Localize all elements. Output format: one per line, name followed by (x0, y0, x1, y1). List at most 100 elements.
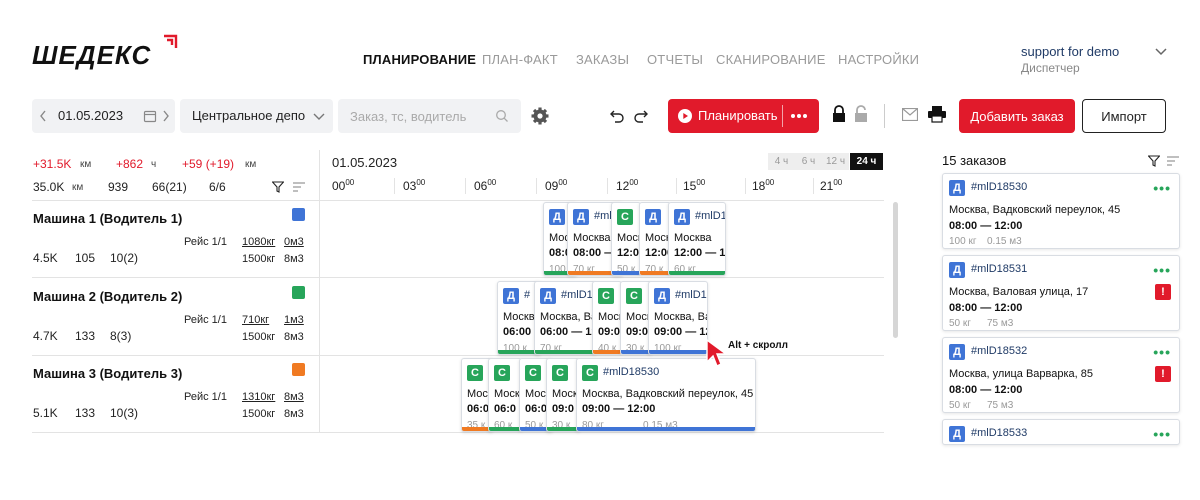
timeline-order-card[interactable]: Д #mlD1 Москва, Ва 06:00 — 12 70 кг (534, 281, 596, 355)
order-type-badge: Д (573, 209, 589, 225)
zoom-6h[interactable]: 6 ч (795, 153, 822, 170)
chevron-left-icon[interactable] (38, 109, 48, 123)
divider (884, 104, 885, 128)
play-icon (678, 109, 692, 123)
timeline-order-card[interactable]: Д #mlD1 Москва 12:00 — 15 60 кг (668, 202, 726, 276)
filter-icon[interactable] (272, 181, 284, 193)
vehicle-distance: 4.5K (33, 251, 58, 265)
vehicle-color-swatch[interactable] (292, 208, 305, 221)
user-role: Диспетчер (1021, 61, 1080, 75)
card-time: 06:0 (525, 403, 548, 415)
card-address: Моск (617, 232, 641, 244)
timeline-order-card[interactable]: С #mlD18530 Москва, Вадковский переулок,… (576, 358, 756, 432)
order-card[interactable]: Д #mlD18531 ••• ! Москва, Валовая улица,… (942, 255, 1180, 331)
order-type-badge: С (525, 365, 541, 381)
vehicle-orders: 10(3) (110, 406, 139, 420)
timeline-order-card[interactable]: С Моск 06:0 60 к (488, 358, 522, 432)
search-input[interactable]: Заказ, тс, водитель (338, 99, 521, 133)
search-icon[interactable] (495, 109, 509, 123)
import-button[interactable]: Импорт (1082, 99, 1166, 133)
plan-button[interactable]: Планировать (668, 99, 819, 133)
warning-icon[interactable]: ! (1155, 284, 1171, 300)
sort-icon[interactable] (1167, 155, 1179, 167)
print-icon[interactable] (928, 106, 946, 123)
delta-distance: +31.5K (33, 157, 72, 171)
total-hours: 939 (108, 180, 129, 194)
warning-icon[interactable]: ! (1155, 366, 1171, 382)
chevron-right-icon[interactable] (161, 109, 171, 123)
card-time: 09:0 (598, 326, 621, 338)
timeline-order-card[interactable]: С Моск 09:0 30 к (546, 358, 580, 432)
gear-icon[interactable] (530, 106, 550, 126)
vehicle-distance: 4.7K (33, 329, 58, 343)
more-icon[interactable]: ••• (1153, 344, 1171, 360)
card-address: Москва (573, 232, 611, 244)
card-order-id: # (524, 289, 531, 301)
order-card[interactable]: Д #mlD18533 ••• (942, 419, 1180, 445)
more-icon[interactable]: ••• (1153, 262, 1171, 278)
zoom-4h[interactable]: 4 ч (768, 153, 795, 170)
user-name[interactable]: support for demo (1021, 44, 1119, 59)
vehicle-name[interactable]: Машина 3 (Водитель 3) (33, 366, 182, 381)
more-icon[interactable]: ••• (1153, 180, 1171, 196)
vehicle-name[interactable]: Машина 2 (Водитель 2) (33, 289, 182, 304)
date-picker[interactable]: 01.05.2023 (32, 99, 175, 133)
order-type-badge: С (582, 365, 598, 381)
order-type-badge: Д (949, 344, 965, 360)
timeline-scrollbar[interactable] (893, 202, 898, 338)
order-time: 08:00 — 12:00 (949, 384, 1023, 396)
add-order-button[interactable]: Добавить заказ (959, 99, 1075, 133)
order-type-badge: Д (540, 288, 556, 304)
order-type-badge: С (494, 365, 510, 381)
nav-reports[interactable]: ОТЧЕТЫ (647, 52, 703, 67)
card-address: Москва (674, 232, 712, 244)
vehicle-color-swatch[interactable] (292, 286, 305, 299)
vehicle-color-swatch[interactable] (292, 363, 305, 376)
order-card[interactable]: Д #mlD18530 ••• Москва, Вадковский переу… (942, 173, 1180, 249)
sort-icon[interactable] (293, 181, 305, 193)
nav-plan-fact[interactable]: ПЛАН-ФАКТ (482, 52, 558, 67)
card-order-id: #mlD18530 (603, 366, 660, 378)
mail-icon[interactable] (902, 108, 918, 121)
timeline-order-card[interactable]: С Моск 09:0 40 к (592, 281, 622, 355)
undo-icon[interactable] (609, 108, 625, 124)
order-type-badge: С (467, 365, 483, 381)
chevron-down-icon[interactable] (1154, 45, 1168, 59)
volume-capacity-value: 8м3 (284, 331, 304, 343)
vehicle-orders: 8(3) (110, 329, 132, 343)
tick-18: 1800 (752, 178, 775, 193)
nav-settings[interactable]: НАСТРОЙКИ (838, 52, 919, 67)
card-order-id: #mlD1 (675, 289, 707, 301)
more-icon[interactable] (790, 113, 808, 119)
calendar-icon[interactable] (143, 109, 157, 123)
card-address: Моск (494, 388, 520, 400)
zoom-12h[interactable]: 12 ч (822, 153, 849, 170)
tick-06: 0600 (474, 178, 497, 193)
card-status-bar (649, 350, 707, 354)
more-icon[interactable]: ••• (1153, 426, 1171, 442)
trip-label: Рейс 1/1 (184, 391, 227, 403)
zoom-24h[interactable]: 24 ч (850, 153, 883, 170)
card-time: 09:0 (552, 403, 575, 415)
depot-select[interactable]: Центральное депо (180, 99, 333, 133)
card-status-bar (489, 427, 521, 431)
tick-00: 0000 (332, 178, 355, 193)
vehicle-name[interactable]: Машина 1 (Водитель 1) (33, 211, 182, 226)
filter-icon[interactable] (1148, 155, 1160, 167)
card-status-bar (612, 271, 640, 275)
row-divider (32, 200, 884, 201)
brand-logo[interactable]: ШЕДЕКС (32, 40, 151, 71)
nav-planning[interactable]: ПЛАНИРОВАНИЕ (363, 52, 476, 67)
nav-scanning[interactable]: СКАНИРОВАНИЕ (716, 52, 826, 67)
nav-orders[interactable]: ЗАКАЗЫ (576, 52, 629, 67)
unlock-icon[interactable] (853, 104, 869, 124)
trip-label: Рейс 1/1 (184, 236, 227, 248)
card-status-bar (640, 271, 670, 275)
card-address: Москва, Ва (540, 311, 596, 323)
timeline-order-card[interactable]: С Моск 12:0 50 к (611, 202, 641, 276)
lock-icon[interactable] (831, 104, 847, 124)
timeline-order-card[interactable]: Д Моск 12:00 70 к (639, 202, 671, 276)
timeline-order-card[interactable]: Д #mlD1 Москва, Ва 09:00 — 12 100 кг (648, 281, 708, 355)
order-card[interactable]: Д #mlD18532 ••• ! Москва, улица Варварка… (942, 337, 1180, 413)
redo-icon[interactable] (633, 108, 649, 124)
